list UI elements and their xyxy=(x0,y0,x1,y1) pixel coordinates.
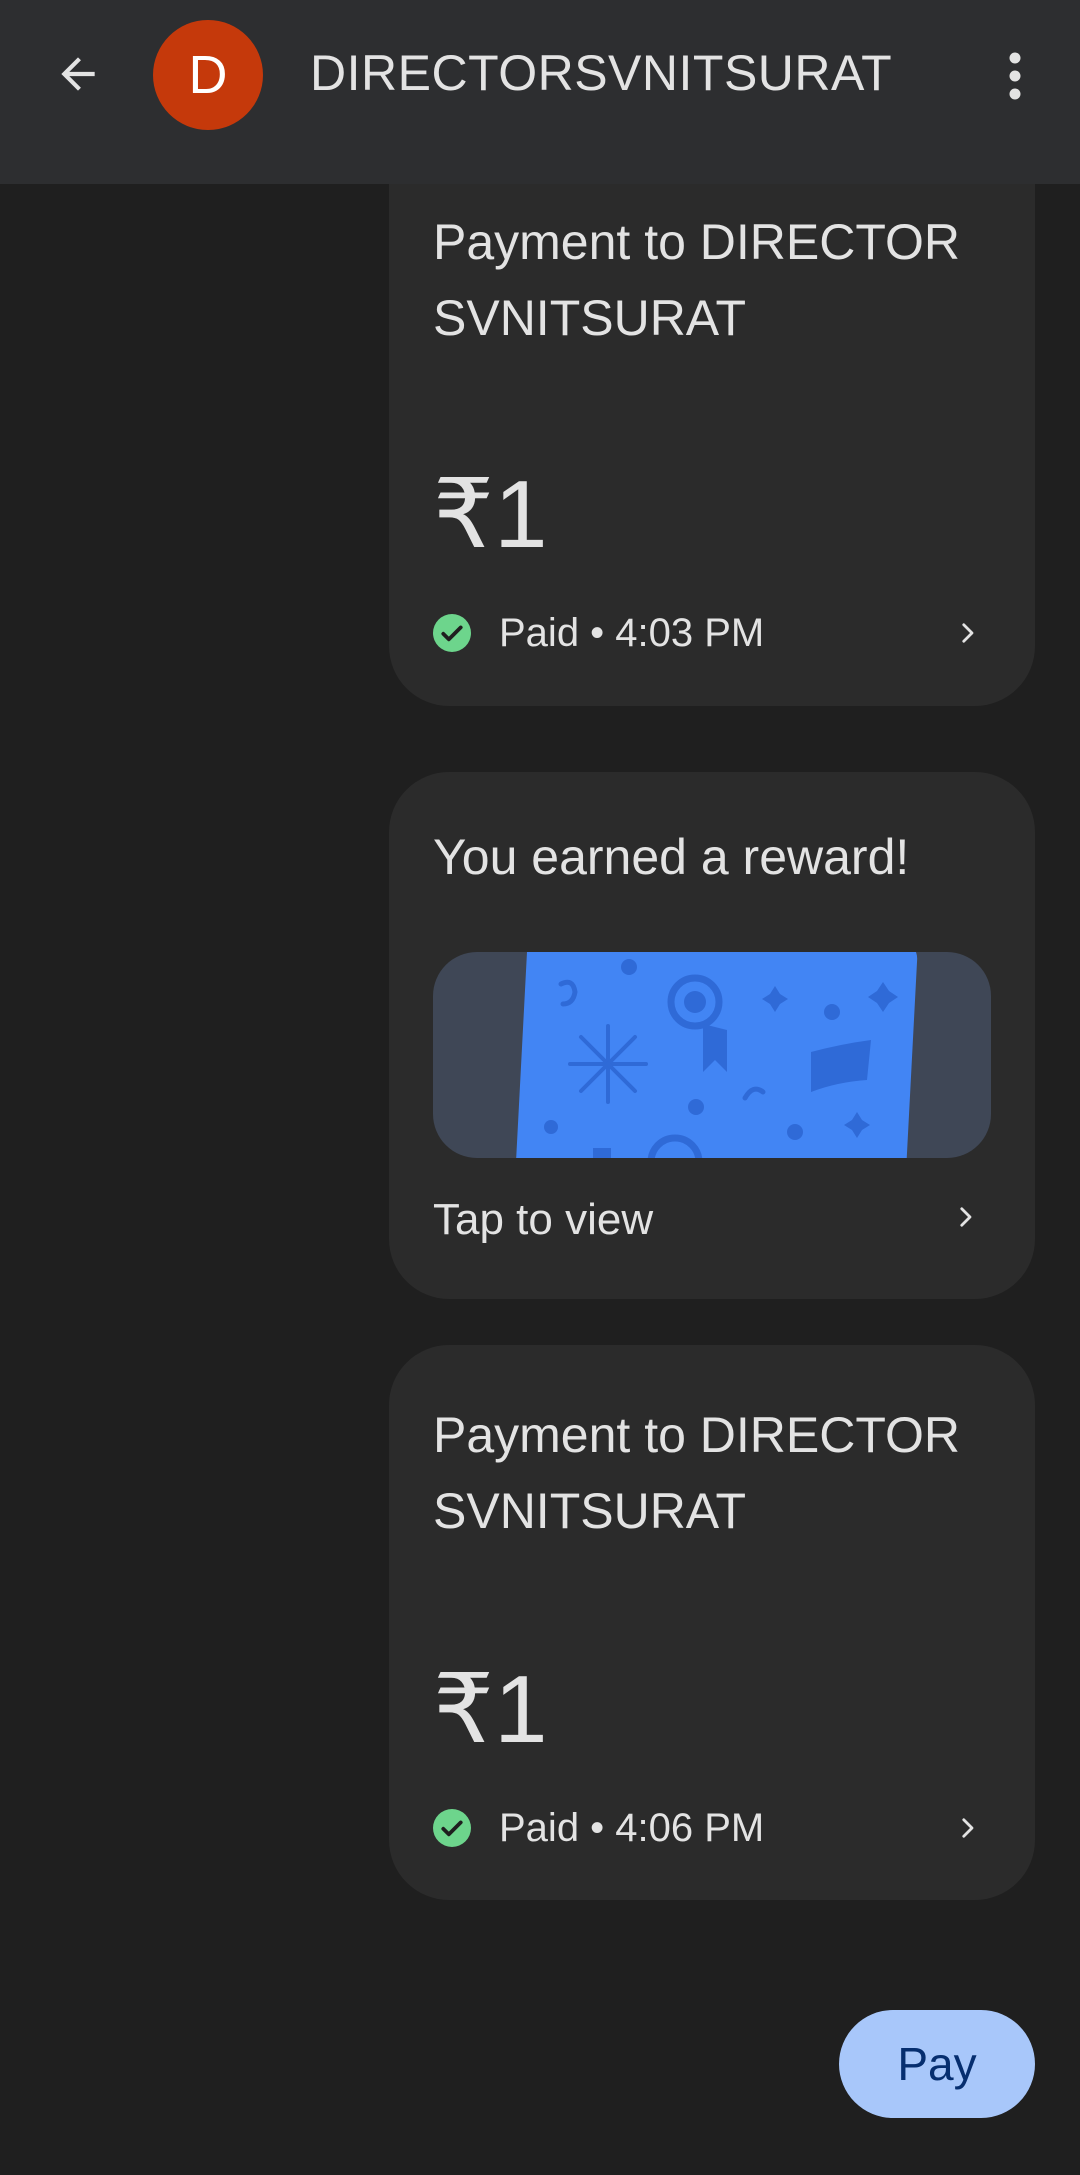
payment-card[interactable]: Payment to DIRECTORSVNITSURAT ₹1 Paid • … xyxy=(389,140,1035,706)
reward-tap-to-view[interactable]: Tap to view xyxy=(433,1190,991,1250)
payment-title: Payment to DIRECTORSVNITSURAT xyxy=(433,1407,961,1539)
payment-amount: ₹1 xyxy=(433,461,548,568)
reward-action-label: Tap to view xyxy=(433,1195,654,1244)
more-options-button[interactable] xyxy=(990,36,1040,116)
check-circle-icon xyxy=(433,614,471,652)
more-vert-icon xyxy=(1009,52,1021,100)
avatar-initial: D xyxy=(188,45,228,105)
chevron-right-icon xyxy=(960,1207,972,1227)
payment-card[interactable]: Payment to DIRECTORSVNITSURAT ₹1 Paid • … xyxy=(389,1345,1035,1900)
open-details-button[interactable] xyxy=(943,608,993,658)
chevron-right-icon xyxy=(962,1818,974,1838)
payment-amount: ₹1 xyxy=(433,1656,548,1763)
reward-title: You earned a reward! xyxy=(433,829,910,885)
payment-status: Paid • 4:06 PM xyxy=(499,1805,765,1850)
back-arrow-icon xyxy=(61,57,95,91)
reward-banner[interactable] xyxy=(433,952,991,1158)
payment-status: Paid • 4:03 PM xyxy=(499,610,765,655)
chevron-right-icon xyxy=(962,623,974,643)
payment-status-row: Paid • 4:06 PM xyxy=(433,1803,993,1853)
app-header: D DIRECTORSVNITSURAT xyxy=(0,0,1080,184)
reward-card-icon xyxy=(515,952,918,1158)
contact-name[interactable]: DIRECTORSVNITSURAT xyxy=(310,40,892,106)
pay-button[interactable]: Pay xyxy=(839,2010,1035,2118)
reward-card[interactable]: You earned a reward! Tap to view xyxy=(389,772,1035,1299)
back-button[interactable] xyxy=(40,36,116,112)
open-details-button[interactable] xyxy=(943,1803,993,1853)
payment-status-row: Paid • 4:03 PM xyxy=(433,608,993,658)
payment-title: Payment to DIRECTORSVNITSURAT xyxy=(433,214,961,346)
contact-avatar[interactable]: D xyxy=(153,20,263,130)
reward-open-button[interactable] xyxy=(941,1192,991,1242)
check-circle-icon xyxy=(433,1809,471,1847)
